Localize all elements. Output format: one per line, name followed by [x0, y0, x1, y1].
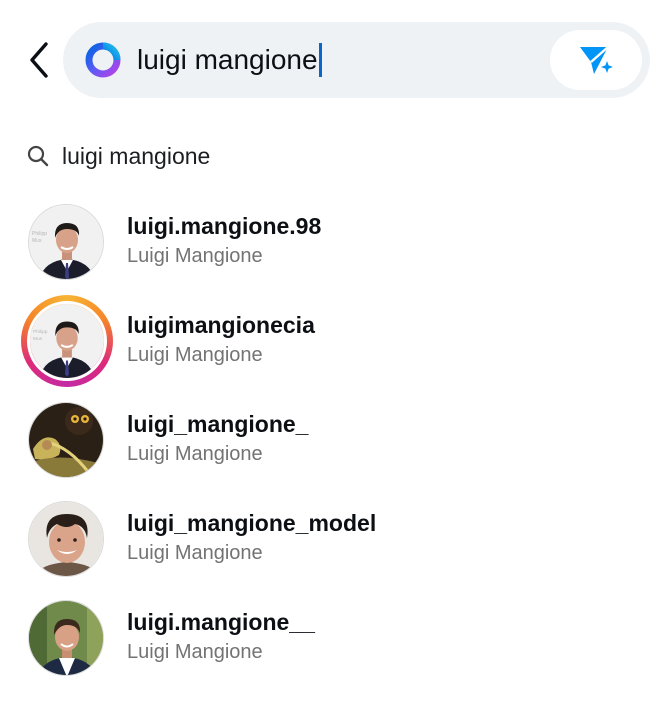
- result-username: luigi_mangione_: [127, 411, 309, 437]
- result-username: luigi.mangione.98: [127, 213, 322, 239]
- avatar: Philipp Mus: [27, 301, 107, 381]
- result-fullname: Luigi Mangione: [127, 641, 263, 663]
- suggestion-text: luigi mangione: [62, 143, 211, 169]
- avatar: Philipp Mus: [28, 204, 104, 280]
- avatar-container: Philipp Mus: [28, 204, 104, 280]
- back-button[interactable]: [22, 38, 58, 82]
- text-caret: [318, 42, 322, 77]
- search-bar[interactable]: luigi mangione: [63, 22, 650, 98]
- svg-text:Philipp: Philipp: [32, 231, 47, 237]
- result-fullname: Luigi Mangione: [127, 542, 263, 564]
- ai-search-button[interactable]: [550, 30, 642, 90]
- avatar: [28, 600, 104, 676]
- svg-text:Mus: Mus: [33, 336, 43, 342]
- keyword-suggestion[interactable]: luigi mangione: [26, 138, 646, 174]
- avatar-container: [28, 402, 104, 478]
- chevron-left-icon: [30, 42, 48, 78]
- meta-ai-ring-icon: [85, 42, 121, 78]
- avatar-container: [28, 600, 104, 676]
- svg-text:Mus: Mus: [32, 238, 42, 244]
- avatar-container: [28, 501, 104, 577]
- result-fullname: Luigi Mangione: [127, 344, 263, 366]
- search-header: luigi mangione: [0, 0, 671, 120]
- search-input[interactable]: luigi mangione: [137, 40, 322, 80]
- result-username: luigi_mangione_model: [127, 510, 377, 536]
- account-result-row[interactable]: Philipp Mus luigimangionecia Luigi Mangi…: [0, 295, 671, 389]
- result-username: luigimangionecia: [127, 312, 315, 338]
- story-ring[interactable]: Philipp Mus: [21, 295, 113, 387]
- account-result-row[interactable]: Philipp Mus luigi.mangione.98 Luigi Mang…: [0, 200, 671, 290]
- result-fullname: Luigi Mangione: [127, 245, 263, 267]
- account-result-row[interactable]: luigi.mangione__ Luigi Mangione: [0, 596, 671, 686]
- account-result-row[interactable]: luigi_mangione_ Luigi Mangione: [0, 398, 671, 488]
- search-icon: [27, 145, 49, 167]
- result-username: luigi.mangione__: [127, 609, 315, 635]
- search-query: luigi mangione: [137, 44, 318, 75]
- svg-text:Philipp: Philipp: [33, 329, 48, 335]
- paper-plane-sparkle-icon: [580, 46, 613, 74]
- avatar: [28, 501, 104, 577]
- result-fullname: Luigi Mangione: [127, 443, 263, 465]
- avatar: [28, 402, 104, 478]
- account-result-row[interactable]: luigi_mangione_model Luigi Mangione: [0, 497, 671, 587]
